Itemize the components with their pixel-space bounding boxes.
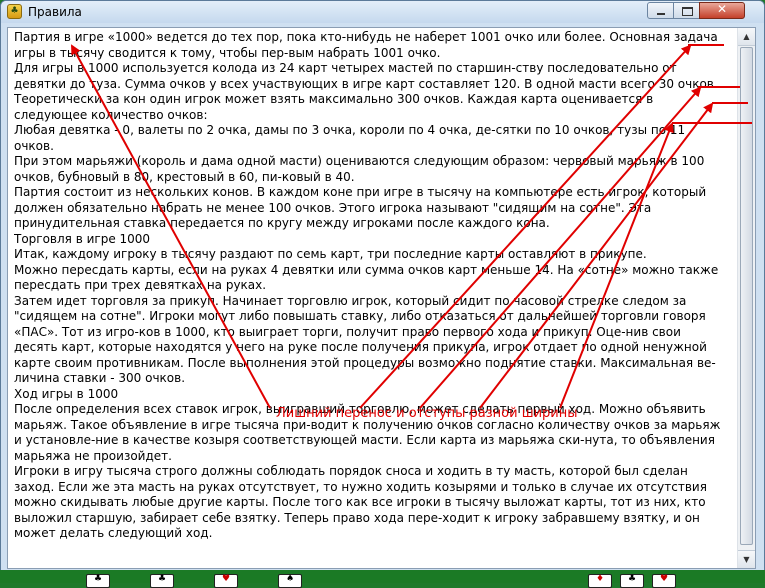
app-cards-icon: ♣ [7,4,22,19]
rules-paragraph: Партия в игре «1000» ведется до тех пор,… [14,30,718,44]
close-button[interactable]: ✕ [699,2,745,19]
background-card: ♦ [588,574,612,588]
rules-paragraph: Любая девятка - 0, валеты по 2 очка, дам… [14,123,686,153]
background-card: ♣ [86,574,110,588]
rules-text: Партия в игре «1000» ведется до тех пор,… [14,30,728,566]
background-card: ♥ [652,574,676,588]
rules-paragraph: Игроки в игру тысяча строго должны соблю… [14,464,707,540]
window-title: Правила [28,5,82,19]
maximize-button[interactable] [673,2,700,19]
minimize-button[interactable] [647,2,674,19]
rules-text-area[interactable]: Партия в игре «1000» ведется до тех пор,… [7,27,756,569]
background-card: ♣ [620,574,644,588]
game-table-background: ♣ ♣ ♥ ♠ ♦ ♣ ♥ [0,570,765,588]
scroll-thumb[interactable] [740,47,753,545]
rules-paragraph: Для игры в 1000 используется колода из 2… [14,61,718,122]
close-icon: ✕ [716,2,728,16]
rules-window: ♣ Правила ✕ Партия в игре «1000» ведется… [0,0,765,572]
background-card: ♠ [278,574,302,588]
title-bar[interactable]: ♣ Правила ✕ [1,1,764,23]
minimize-icon [657,13,665,15]
background-card: ♥ [214,574,238,588]
scroll-down-icon[interactable]: ▼ [738,550,755,568]
rules-paragraph: Партия состоит из нескольких конов. В ка… [14,185,707,230]
annotation-label: Лишний перенос и отступы разной ширины [276,406,578,421]
scroll-up-icon[interactable]: ▲ [738,28,755,46]
maximize-icon [682,7,693,16]
rules-paragraph: При этом марьяжи (король и дама одной ма… [14,154,705,184]
rules-paragraph: Можно пересдать карты, если на руках 4 д… [14,262,719,293]
rules-paragraph: Ход игры в 1000 [14,386,119,401]
background-card: ♣ [150,574,174,588]
rules-paragraph: Итак, каждому игроку в тысячу раздают по… [14,247,647,261]
vertical-scrollbar[interactable]: ▲ ▼ [737,28,755,568]
rules-paragraph: игры в тысячу сводится к тому, чтобы пер… [14,45,441,60]
rules-paragraph: Торговля в игре 1000 [14,231,151,246]
rules-paragraph: Затем идет торговля за прикуп. Начинает … [14,293,716,386]
